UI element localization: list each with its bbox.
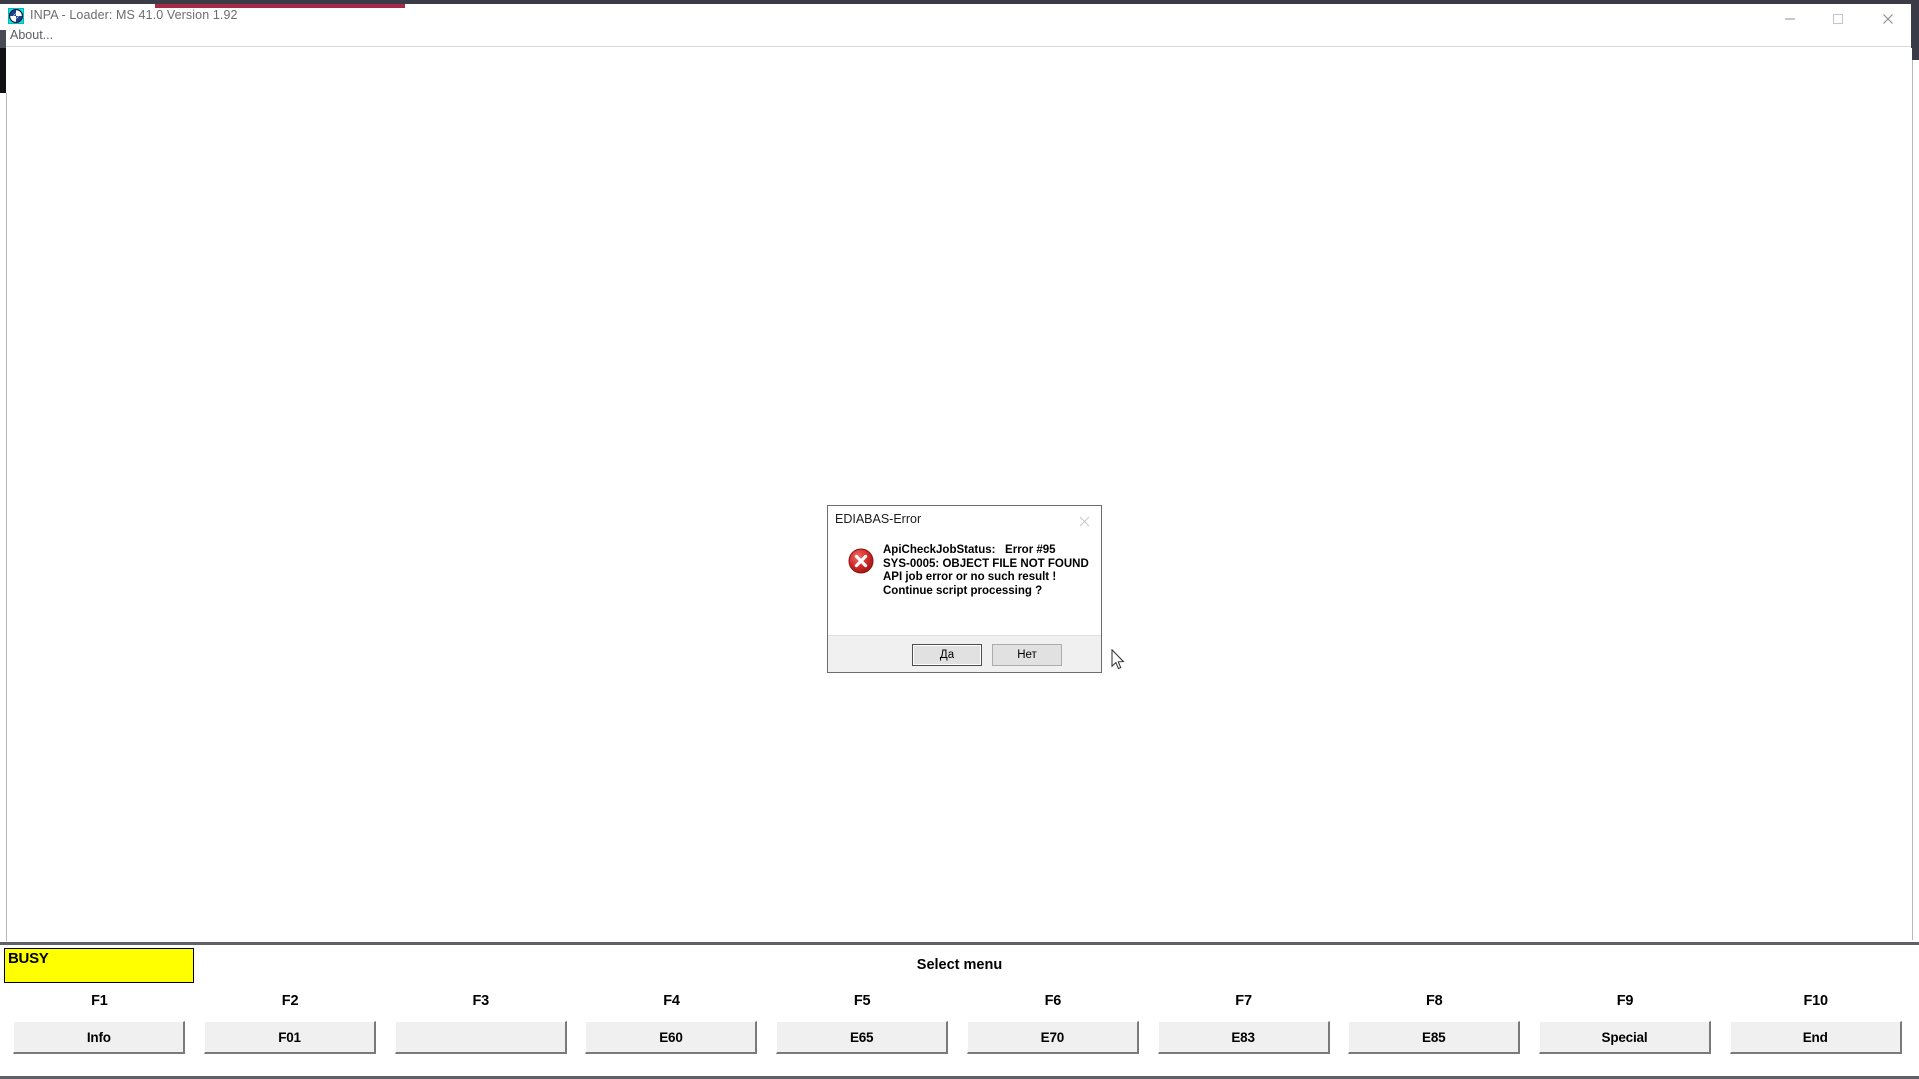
fkey-cell-f1: F1 Info [4, 993, 195, 1073]
main-canvas: EDIABAS-Error ApiCheckJobStatus: Error #… [7, 48, 1912, 941]
fkey-label-f8: F8 [1426, 993, 1443, 1009]
fkey-cell-f5: F5 E65 [767, 993, 958, 1073]
menu-bar: About... [0, 26, 1919, 47]
fkey-label-f3: F3 [472, 993, 490, 1009]
fkey-label-f6: F6 [1044, 993, 1062, 1009]
fkey-cell-f2: F2 F01 [195, 993, 386, 1073]
dialog-no-button[interactable]: Нет [992, 644, 1062, 666]
inpa-loader-window: INPA - Loader: MS 41.0 Version 1.92 Abou… [0, 0, 1919, 1079]
fkey-cell-f10: F10 End [1720, 993, 1911, 1073]
fkey-button-info[interactable]: Info [13, 1021, 186, 1054]
window-frame-left-upper [0, 30, 6, 48]
fkey-button-f01[interactable]: F01 [204, 1021, 377, 1054]
fkey-button-empty[interactable] [394, 1021, 567, 1054]
fkey-cell-f9: F9 Special [1530, 993, 1721, 1073]
error-circle-x-icon [848, 548, 874, 574]
fkey-label-f1: F1 [91, 993, 108, 1009]
bmw-roundel-icon [8, 8, 24, 24]
fkey-button-e60[interactable]: E60 [585, 1021, 758, 1054]
arrow-pointer-icon [1111, 648, 1125, 670]
window-frame-right-edge [1912, 60, 1913, 940]
fkey-label-f10: F10 [1803, 993, 1828, 1009]
window-title: INPA - Loader: MS 41.0 Version 1.92 [30, 8, 238, 22]
fkey-label-f4: F4 [663, 993, 680, 1009]
fkey-cell-f8: F8 E85 [1339, 993, 1530, 1073]
fkey-label-f7: F7 [1235, 993, 1252, 1009]
window-frame-right-upper [1911, 0, 1919, 60]
dialog-message: ApiCheckJobStatus: Error #95 SYS-0005: O… [883, 544, 1089, 597]
fkey-button-end[interactable]: End [1729, 1021, 1902, 1054]
fkey-button-special[interactable]: Special [1538, 1021, 1711, 1054]
fkey-label-f2: F2 [281, 993, 299, 1009]
title-bar: INPA - Loader: MS 41.0 Version 1.92 [0, 0, 1919, 26]
fkey-button-e70[interactable]: E70 [966, 1021, 1139, 1054]
dialog-body: ApiCheckJobStatus: Error #95 SYS-0005: O… [828, 536, 1101, 637]
dialog-footer: Да Нет [828, 635, 1101, 672]
fkey-cell-f4: F4 E60 [576, 993, 767, 1073]
bottom-panel: BUSY Select menu F1 Info F2 F01 F3 F4 E6… [0, 942, 1919, 1079]
fkey-label-f5: F5 [853, 993, 871, 1009]
menu-item-about[interactable]: About... [8, 28, 55, 42]
fkey-cell-f7: F7 E83 [1148, 993, 1339, 1073]
fkey-button-e85[interactable]: E85 [1348, 1021, 1521, 1054]
fkey-cell-f3: F3 [385, 993, 576, 1073]
dialog-close-icon[interactable] [1073, 511, 1095, 531]
dialog-title: EDIABAS-Error [835, 512, 922, 526]
dialog-yes-button[interactable]: Да [912, 644, 982, 666]
fkey-cell-f6: F6 E70 [958, 993, 1149, 1073]
select-menu-heading: Select menu [916, 957, 1003, 973]
fkey-button-e65[interactable]: E65 [776, 1021, 949, 1054]
fkey-label-f9: F9 [1616, 993, 1634, 1009]
function-key-row: F1 Info F2 F01 F3 F4 E60 F5 E65 F6 E70 F… [4, 993, 1911, 1073]
window-frame-left-lower [0, 48, 6, 93]
fkey-button-e83[interactable]: E83 [1157, 1021, 1330, 1054]
dialog-title-bar: EDIABAS-Error [828, 506, 1101, 536]
ediabas-error-dialog: EDIABAS-Error ApiCheckJobStatus: Error #… [827, 505, 1102, 673]
